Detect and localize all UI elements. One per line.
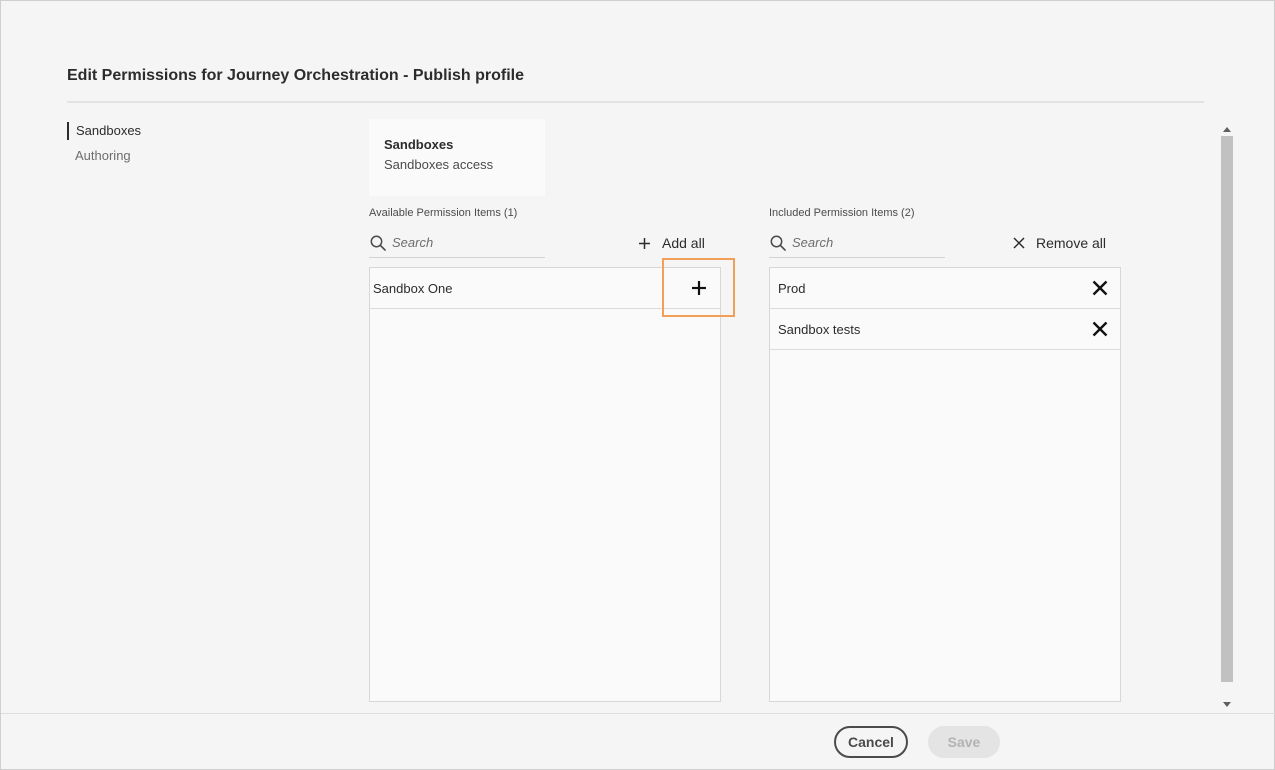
nav-item-sandboxes[interactable]: Sandboxes — [67, 122, 267, 140]
category-card-title: Sandboxes — [384, 137, 454, 152]
category-card[interactable]: Sandboxes Sandboxes access — [369, 119, 545, 196]
included-search-input[interactable] — [792, 235, 932, 250]
title-divider — [67, 101, 1204, 103]
footer-divider — [1, 713, 1275, 714]
nav-item-authoring[interactable]: Authoring — [67, 147, 267, 171]
scrollbar-thumb[interactable] — [1221, 136, 1233, 682]
cancel-button[interactable]: Cancel — [834, 726, 908, 758]
close-icon — [1013, 237, 1025, 249]
list-item: Prod — [770, 268, 1120, 309]
remove-all-label: Remove all — [1036, 235, 1107, 251]
list-item: Sandbox tests — [770, 309, 1120, 350]
plus-icon — [639, 237, 650, 249]
remove-all-button[interactable]: Remove all — [1013, 231, 1106, 255]
highlight-box — [662, 258, 735, 317]
close-icon — [1092, 321, 1108, 337]
add-all-button[interactable]: Add all — [638, 231, 705, 255]
available-items-label: Available Permission Items (1) — [369, 207, 518, 219]
remove-item-button[interactable] — [1080, 268, 1120, 308]
list-item-label: Prod — [778, 280, 806, 296]
included-items-label: Included Permission Items (2) — [769, 207, 915, 219]
included-search[interactable] — [769, 228, 945, 258]
save-button[interactable]: Save — [928, 726, 1000, 758]
scroll-down-arrow-icon[interactable] — [1222, 699, 1232, 709]
search-icon — [770, 235, 786, 251]
list-item-label: Sandbox tests — [778, 321, 861, 337]
search-icon — [370, 235, 386, 251]
scroll-up-arrow-icon[interactable] — [1222, 124, 1232, 134]
side-nav: Sandboxes Authoring — [67, 122, 267, 171]
available-search[interactable] — [369, 228, 545, 258]
available-items-list: Sandbox One — [369, 267, 721, 702]
category-card-subtitle: Sandboxes access — [384, 157, 494, 172]
dialog-title: Edit Permissions for Journey Orchestrati… — [67, 67, 524, 84]
included-items-list: Prod Sandbox tests — [769, 267, 1121, 702]
close-icon — [1092, 280, 1108, 296]
remove-item-button[interactable] — [1080, 309, 1120, 349]
available-search-input[interactable] — [392, 235, 532, 250]
list-item-label: Sandbox One — [373, 280, 453, 296]
add-all-label: Add all — [662, 235, 705, 251]
